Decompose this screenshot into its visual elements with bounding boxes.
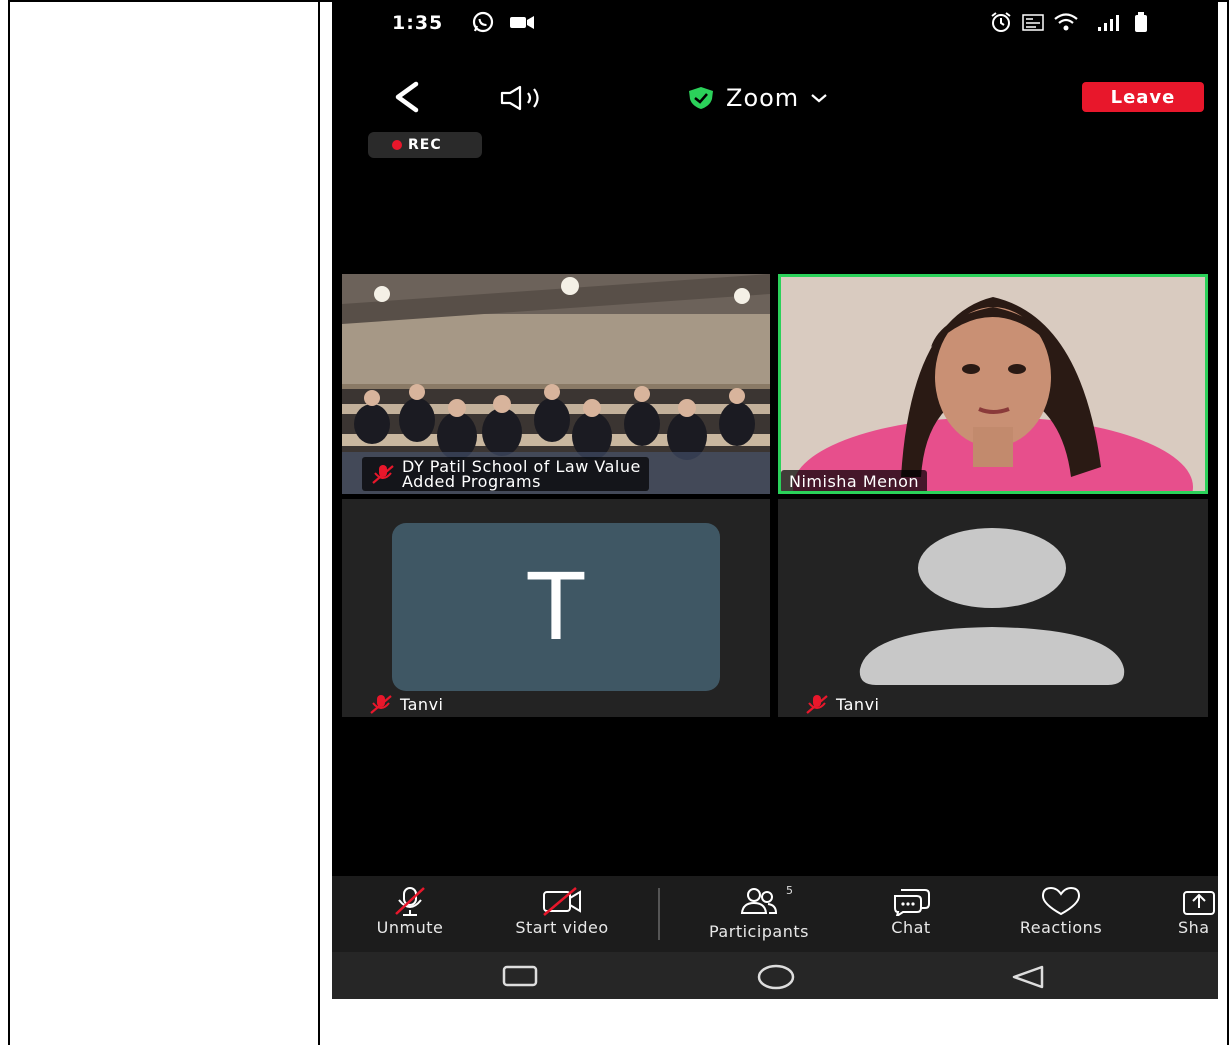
- participant-name: Tanvi: [400, 694, 444, 714]
- user-silhouette-icon: [859, 528, 1125, 685]
- phone-screenshot: 1:35 Zoom Leave REC DY Patil School of L…: [332, 2, 1218, 999]
- status-bar: 1:35: [332, 2, 1218, 44]
- shield-icon: [689, 87, 713, 109]
- unmute-button[interactable]: Unmute: [366, 886, 454, 937]
- rec-label: REC: [408, 137, 442, 153]
- heart-icon: [1041, 886, 1081, 916]
- wifi-icon: [1054, 13, 1078, 31]
- recording-dot: [392, 140, 402, 150]
- volte-icon: [1022, 14, 1044, 31]
- signal-icon: [1098, 15, 1119, 31]
- back-arrow-icon[interactable]: [390, 80, 424, 114]
- meeting-title: Zoom: [726, 84, 800, 112]
- table-column-divider: [318, 0, 320, 1045]
- video-tile-nimisha-menon[interactable]: Nimisha Menon: [778, 274, 1208, 494]
- whatsapp-icon: [472, 11, 494, 33]
- mic-muted-icon: [806, 695, 828, 714]
- alarm-icon: [991, 12, 1011, 32]
- share-button[interactable]: Sha: [1178, 886, 1218, 937]
- meeting-toolbar: Unmute Start video 5 Participants Chat R…: [332, 876, 1218, 952]
- android-nav-bar: [332, 952, 1218, 999]
- video-tile-tanvi-silhouette[interactable]: Tanvi: [778, 499, 1208, 717]
- recording-indicator: REC: [368, 132, 482, 158]
- tile-name-plate: Tanvi: [804, 693, 879, 715]
- tile-name-plate: Nimisha Menon: [781, 470, 928, 491]
- start-video-label: Start video: [515, 918, 609, 937]
- nav-back-icon[interactable]: [1010, 964, 1046, 990]
- chat-icon: [894, 889, 930, 916]
- mic-muted-icon: [370, 695, 392, 714]
- avatar: T: [392, 523, 720, 691]
- reactions-label: Reactions: [1019, 918, 1103, 937]
- video-tile-tanvi-avatar[interactable]: T Tanvi: [342, 499, 770, 717]
- chat-label: Chat: [891, 918, 931, 937]
- leave-button[interactable]: Leave: [1082, 82, 1204, 112]
- avatar-letter: T: [527, 553, 585, 661]
- mic-muted-icon: [372, 465, 394, 484]
- tile-name-plate: Tanvi: [368, 693, 443, 715]
- battery-icon: [1135, 12, 1147, 32]
- tile-name-plate: DY Patil School of Law Value Added Progr…: [362, 457, 649, 491]
- speaker-icon[interactable]: [498, 84, 554, 112]
- share-label: Sha: [1178, 918, 1210, 937]
- reactions-button[interactable]: Reactions: [1008, 886, 1114, 937]
- video-camera-icon: [510, 16, 534, 29]
- status-time: 1:35: [392, 12, 444, 34]
- video-off-icon: [543, 887, 581, 916]
- meeting-title-dropdown[interactable]: Zoom: [686, 84, 829, 112]
- participants-label: Participants: [709, 922, 809, 941]
- participant-name: Nimisha Menon: [789, 472, 920, 491]
- participants-icon: [740, 888, 778, 914]
- share-icon: [1183, 891, 1215, 915]
- start-video-button[interactable]: Start video: [502, 886, 622, 937]
- meeting-top-bar: Zoom Leave: [332, 72, 1218, 126]
- chat-button[interactable]: Chat: [878, 886, 944, 937]
- participant-video-image: [781, 277, 1205, 491]
- participants-button[interactable]: 5 Participants: [694, 884, 824, 941]
- mic-muted-icon: [395, 887, 425, 916]
- chevron-down-icon: [811, 94, 827, 103]
- participants-count-badge: 5: [786, 884, 793, 897]
- toolbar-separator: [658, 888, 660, 940]
- home-icon[interactable]: [756, 964, 796, 990]
- participant-name: Tanvi: [836, 694, 880, 714]
- video-tile-classroom[interactable]: DY Patil School of Law Value Added Progr…: [342, 274, 770, 494]
- participant-name-line2: Added Programs: [402, 472, 541, 491]
- unmute-label: Unmute: [376, 918, 444, 937]
- recent-apps-icon[interactable]: [502, 964, 538, 988]
